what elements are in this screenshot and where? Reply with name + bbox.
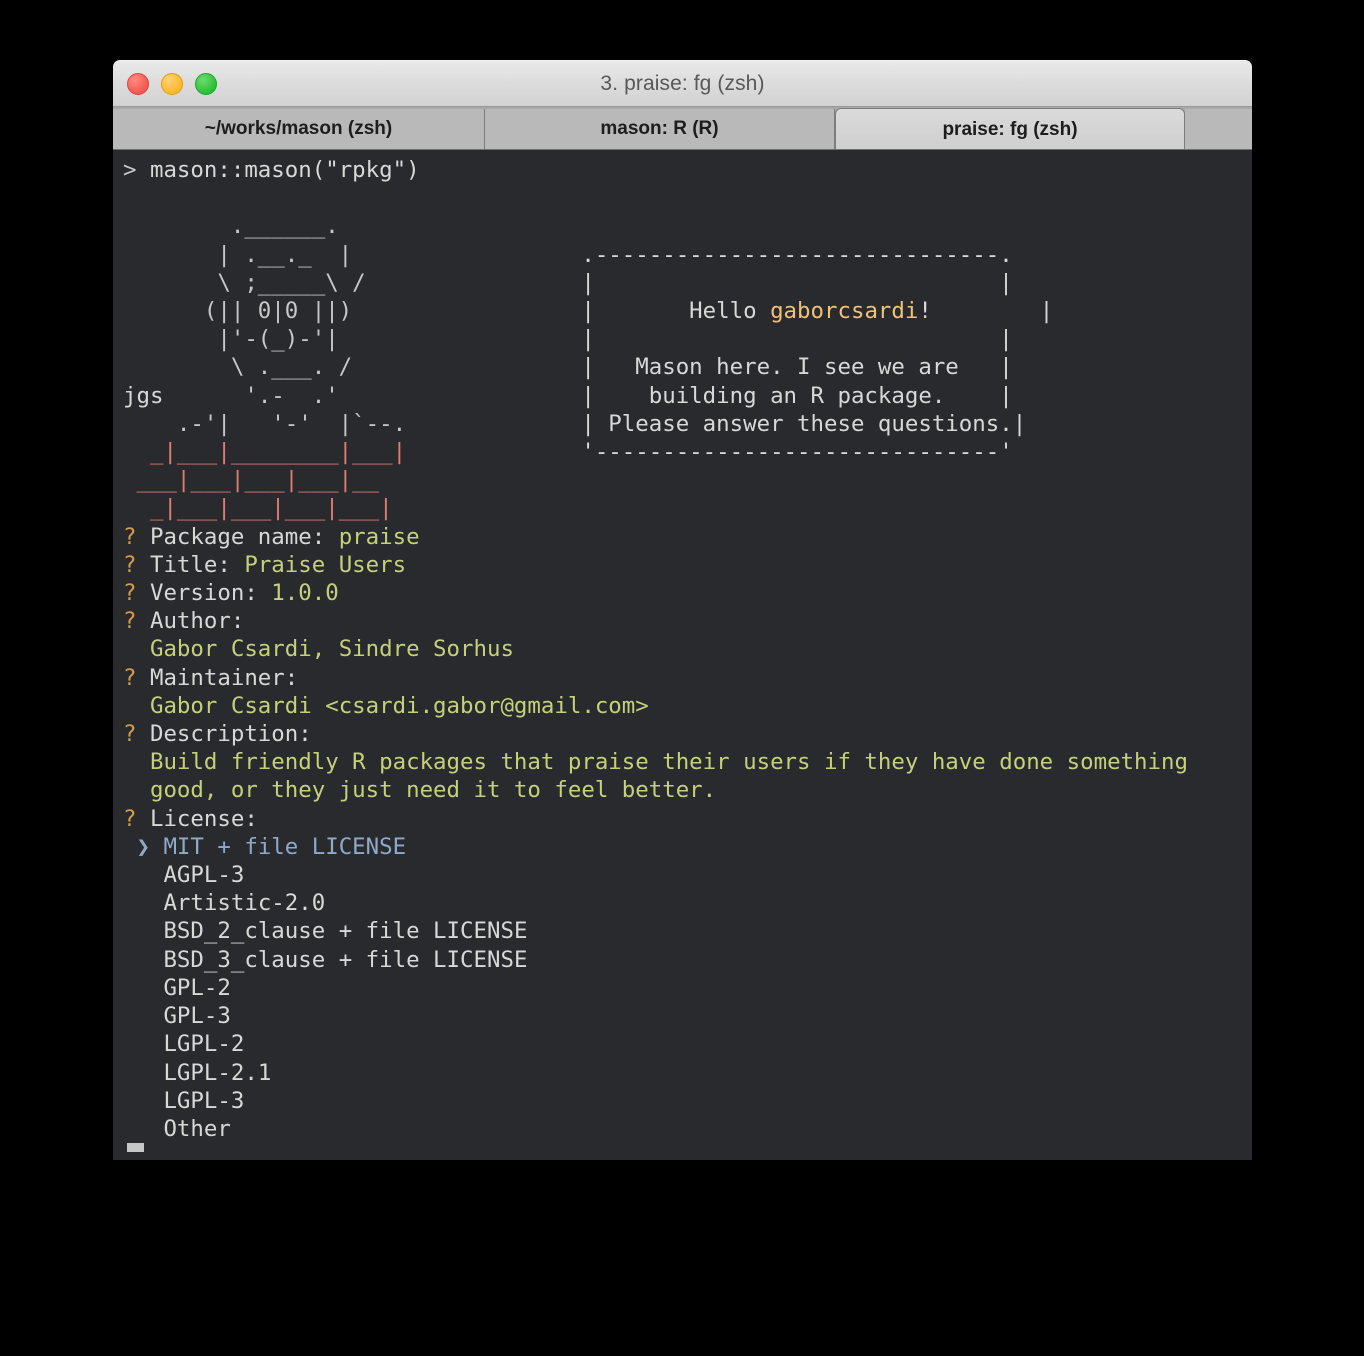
question-label-maintainer: Maintainer:	[149, 664, 299, 691]
ascii-art-and-message: .______. | .__._ | .--------------------…	[123, 213, 1054, 522]
license-pointer-icon: ❯	[136, 833, 150, 860]
answer-description-line1[interactable]: Build friendly R packages that praise th…	[150, 749, 1188, 775]
question-label-title: Title:	[149, 551, 231, 578]
license-option-other[interactable]: Other	[163, 1116, 230, 1142]
tab-bar: ~/works/mason (zsh) mason: R (R) praise:…	[113, 107, 1252, 150]
tab-praise-fg[interactable]: praise: fg (zsh)	[835, 108, 1185, 149]
answer-title[interactable]: Praise Users	[244, 552, 406, 578]
question-label-license: License:	[149, 805, 258, 832]
window-titlebar[interactable]: 3. praise: fg (zsh)	[113, 60, 1252, 107]
license-option-lgpl2[interactable]: LGPL-2	[163, 1031, 244, 1057]
question-label-version: Version:	[149, 580, 258, 607]
license-option-bsd2[interactable]: BSD_2_clause + file LICENSE	[163, 918, 527, 944]
question-label-author: Author:	[149, 608, 245, 635]
license-option-mit[interactable]: MIT + file LICENSE	[163, 834, 406, 860]
question-marker: ?	[123, 608, 137, 635]
question-label-package-name: Package name:	[149, 523, 326, 550]
license-option-gpl3[interactable]: GPL-3	[163, 1003, 230, 1029]
question-marker: ?	[123, 805, 137, 832]
terminal-window: 3. praise: fg (zsh) ~/works/mason (zsh) …	[113, 60, 1252, 1198]
question-marker: ?	[123, 664, 137, 691]
question-marker: ?	[123, 721, 137, 748]
question-marker: ?	[123, 580, 137, 607]
command-text: mason::mason("rpkg")	[149, 157, 420, 183]
answer-maintainer[interactable]: Gabor Csardi <csardi.gabor@gmail.com>	[150, 693, 649, 719]
answer-package-name[interactable]: praise	[339, 524, 420, 550]
shell-prompt: >	[123, 157, 150, 183]
license-option-agpl3[interactable]: AGPL-3	[163, 862, 244, 888]
terminal-output[interactable]: > mason::mason("rpkg") .______. | .__._ …	[113, 150, 1252, 1160]
tab-mason-r[interactable]: mason: R (R)	[485, 109, 835, 149]
license-option-artistic[interactable]: Artistic-2.0	[163, 890, 325, 916]
answer-author[interactable]: Gabor Csardi, Sindre Sorhus	[150, 636, 514, 662]
license-option-lgpl3[interactable]: LGPL-3	[163, 1088, 244, 1114]
answer-description-line2[interactable]: good, or they just need it to feel bette…	[150, 777, 716, 803]
question-marker: ?	[123, 523, 137, 550]
tab-bar-filler	[1185, 109, 1252, 149]
tab-works-mason[interactable]: ~/works/mason (zsh)	[113, 109, 485, 149]
terminal-cursor	[127, 1143, 144, 1152]
license-option-gpl2[interactable]: GPL-2	[163, 975, 230, 1001]
greeting-username: gaborcsardi	[770, 298, 919, 325]
questions-block: ? Package name: praise ? Title: Praise U…	[123, 523, 1252, 1143]
window-title: 3. praise: fg (zsh)	[600, 72, 765, 95]
license-option-lgpl21[interactable]: LGPL-2.1	[163, 1060, 271, 1086]
license-option-bsd3[interactable]: BSD_3_clause + file LICENSE	[163, 947, 527, 973]
prompt-line: > mason::mason("rpkg")	[123, 156, 1252, 184]
question-label-description: Description:	[149, 721, 312, 748]
answer-version[interactable]: 1.0.0	[271, 580, 338, 606]
question-marker: ?	[123, 551, 137, 578]
